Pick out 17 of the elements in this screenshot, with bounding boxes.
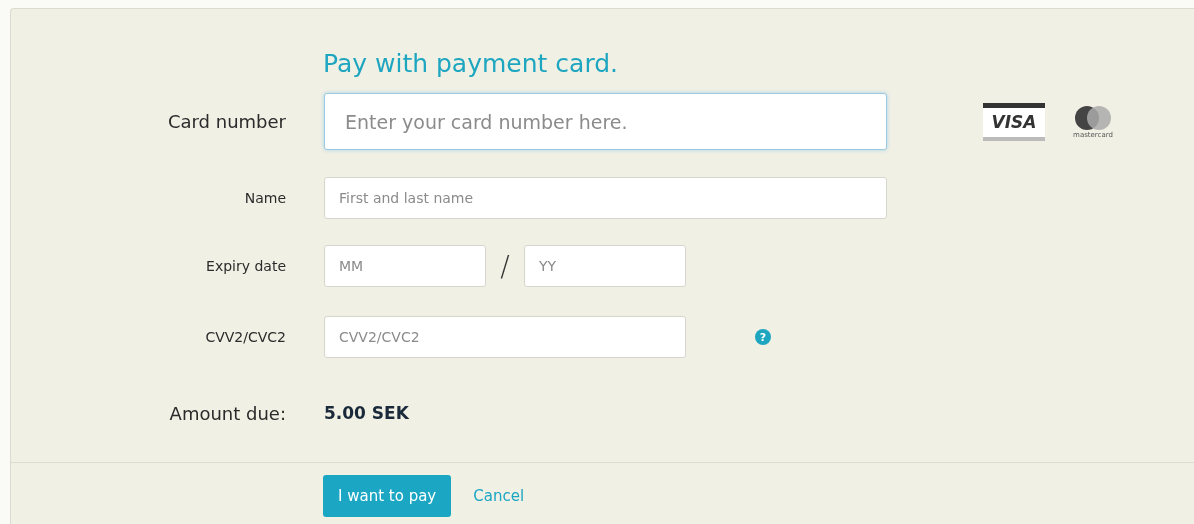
name-field[interactable]: First and last name [324,177,887,219]
field-label: CVV2/CVC2 [204,329,286,345]
year-field[interactable]: YY [524,245,686,287]
field-label: Name [243,190,286,206]
month-field[interactable]: MM [324,245,486,287]
date-separator: / [499,249,511,283]
field-label: Card number [166,111,286,132]
amount-label: Amount due: [168,402,286,424]
cvv-field[interactable]: CVV2/CVC2 [324,316,686,358]
cancel-link[interactable]: Cancel [473,487,525,505]
visa-logo: VISA [983,102,1045,141]
form-title: Pay with payment card. [323,48,620,80]
pay-button[interactable]: I want to pay [323,475,452,517]
field-label: Expiry date [205,258,286,274]
amount-value: 5.00 SEK [324,403,409,423]
help-icon[interactable]: ? [755,329,771,345]
card-number-field[interactable]: Enter your card number here. [324,93,887,150]
